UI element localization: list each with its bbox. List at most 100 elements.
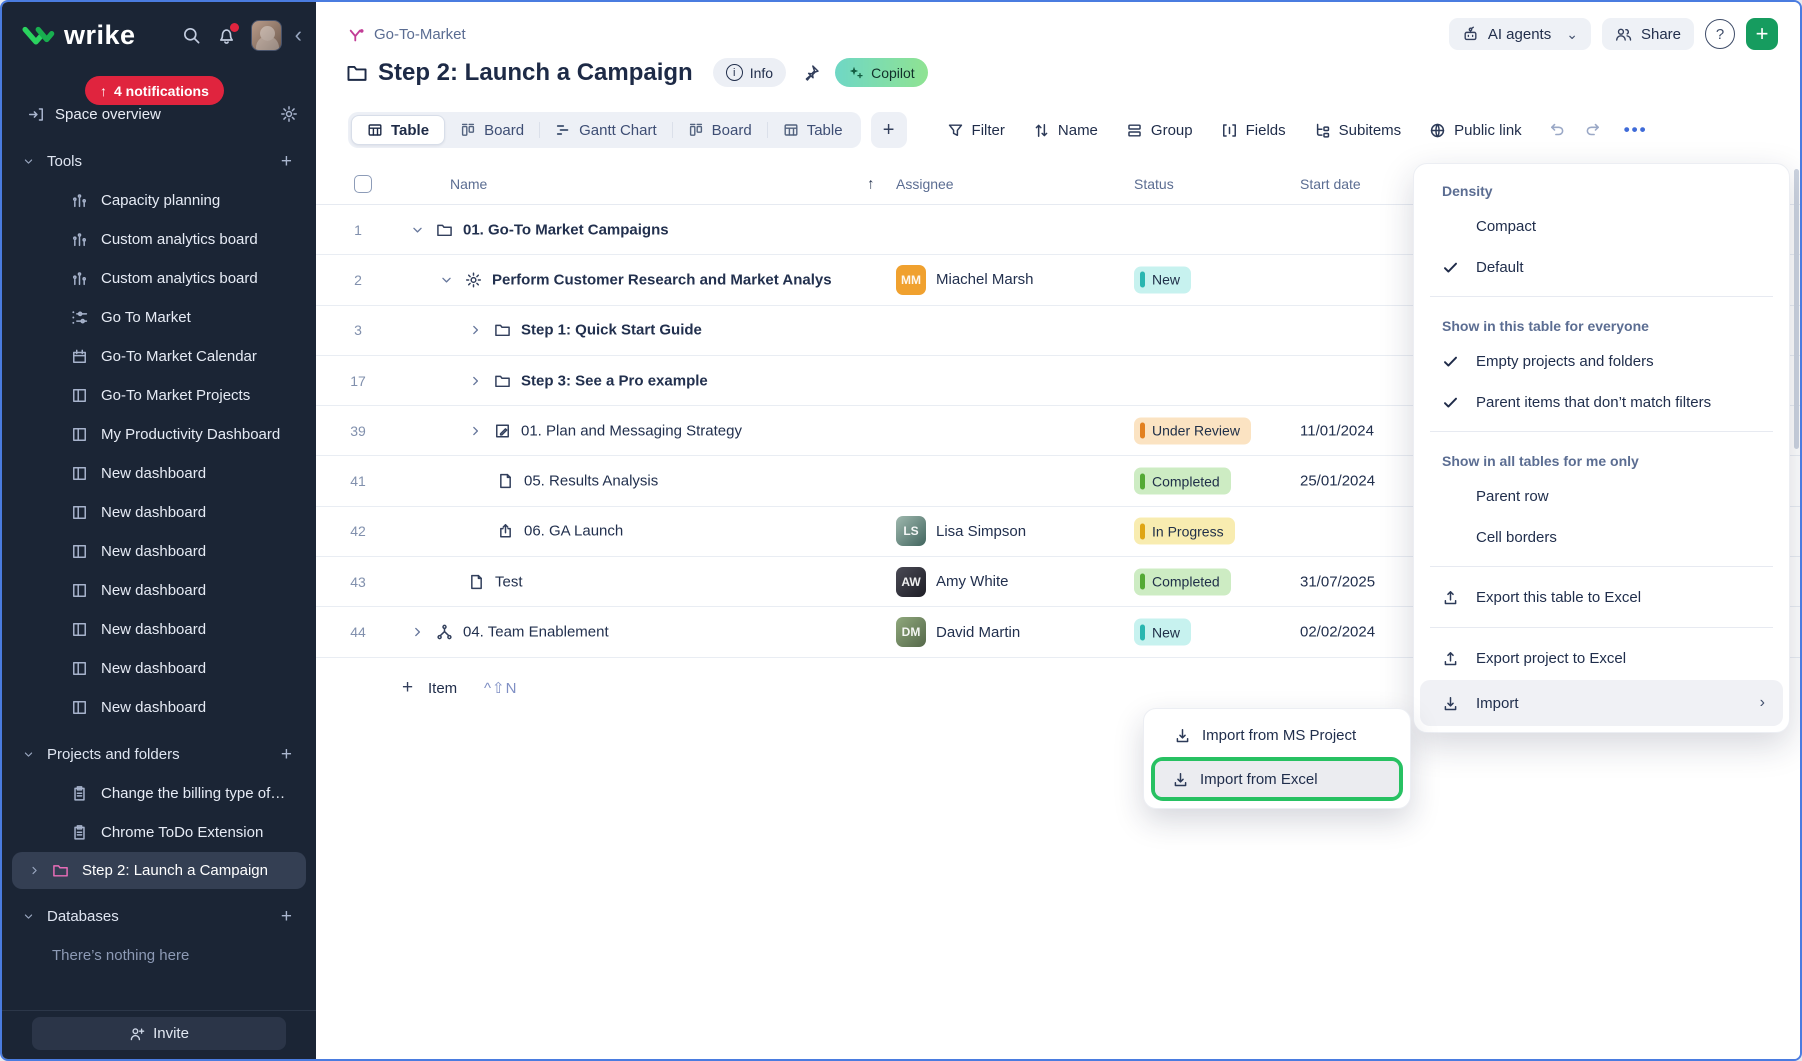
toolbar-subitems-button[interactable]: Subitems: [1314, 122, 1402, 139]
task-name[interactable]: 01. Plan and Messaging Strategy: [521, 422, 742, 439]
view-tab-table[interactable]: Table: [351, 115, 445, 145]
submenu-item-import-from-ms-project[interactable]: Import from MS Project: [1151, 716, 1403, 754]
space-overview[interactable]: Space overview: [28, 101, 298, 127]
status-cell[interactable]: New: [1134, 266, 1191, 293]
undo-icon[interactable]: [1548, 121, 1566, 139]
chevron-down-icon[interactable]: ⌄: [1566, 26, 1578, 43]
sidebar-item-custom-analytics-board[interactable]: Custom analytics board: [2, 259, 316, 298]
sidebar-item-my-productivity-dashboard[interactable]: My Productivity Dashboard: [2, 415, 316, 454]
menu-action-export-project-to-excel[interactable]: Export project to Excel: [1414, 636, 1789, 680]
share-button[interactable]: Share: [1602, 18, 1694, 50]
sidebar-item-change-the-billing-type-of[interactable]: Change the billing type of…: [2, 774, 316, 813]
row-expand-icon[interactable]: [410, 625, 425, 640]
copilot-button[interactable]: Copilot: [835, 58, 928, 87]
sidebar-item-go-to-market-projects[interactable]: Go-To Market Projects: [2, 376, 316, 415]
row-expand-icon[interactable]: [468, 323, 483, 338]
vertical-scrollbar[interactable]: [1794, 169, 1799, 449]
menu-action-import[interactable]: Import›: [1420, 680, 1783, 726]
row-expand-icon[interactable]: [468, 423, 483, 438]
sidebar-item-go-to-market[interactable]: Go To Market: [2, 298, 316, 337]
search-icon[interactable]: [182, 26, 201, 45]
sidebar-item-new-dashboard[interactable]: New dashboard: [2, 493, 316, 532]
column-header-start-date[interactable]: Start date: [1300, 176, 1361, 192]
sidebar-section-projects-and-folders[interactable]: Projects and folders+: [2, 735, 316, 774]
column-header-name[interactable]: Name: [450, 176, 487, 192]
create-new-button[interactable]: +: [1746, 18, 1778, 50]
chevron-right-icon[interactable]: [28, 864, 41, 877]
status-cell[interactable]: Under Review: [1134, 417, 1251, 444]
assignee-cell[interactable]: DMDavid Martin: [896, 617, 1020, 647]
toolbar-filter-button[interactable]: Filter: [947, 122, 1005, 139]
menu-option-parent-items-that-don-t-match-filters[interactable]: Parent items that don’t match filters: [1414, 382, 1789, 423]
toolbar-fields-button[interactable]: Fields: [1221, 122, 1286, 139]
view-tab-board[interactable]: Board: [445, 115, 539, 145]
submenu-item-import-from-excel[interactable]: Import from Excel: [1155, 761, 1399, 797]
column-header-status[interactable]: Status: [1134, 176, 1174, 192]
row-collapse-icon[interactable]: [439, 272, 454, 287]
task-name[interactable]: 05. Results Analysis: [524, 473, 658, 490]
start-date-cell[interactable]: 02/02/2024: [1300, 624, 1375, 641]
menu-option-default[interactable]: Default: [1414, 247, 1789, 288]
sidebar-section-tools[interactable]: Tools+: [2, 142, 316, 181]
invite-button[interactable]: Invite: [32, 1017, 286, 1050]
sidebar-item-new-dashboard[interactable]: New dashboard: [2, 649, 316, 688]
assignee-cell[interactable]: MMMiachel Marsh: [896, 265, 1034, 295]
row-expand-icon[interactable]: [468, 373, 483, 388]
start-date-cell[interactable]: 31/07/2025: [1300, 573, 1375, 590]
sidebar-item-go-to-market-calendar[interactable]: Go-To Market Calendar: [2, 337, 316, 376]
row-collapse-icon[interactable]: [410, 222, 425, 237]
add-view-button[interactable]: +: [871, 112, 907, 148]
help-button[interactable]: ?: [1705, 19, 1735, 49]
bell-icon[interactable]: [217, 26, 236, 45]
menu-option-parent-row[interactable]: Parent row: [1414, 476, 1789, 517]
menu-option-compact[interactable]: Compact: [1414, 206, 1789, 247]
task-name[interactable]: Perform Customer Research and Market Ana…: [492, 271, 832, 288]
add-icon[interactable]: +: [281, 744, 292, 766]
view-tab-board[interactable]: Board: [673, 115, 767, 145]
start-date-cell[interactable]: 25/01/2024: [1300, 473, 1375, 490]
chevron-down-icon[interactable]: [22, 748, 35, 761]
chevron-down-icon[interactable]: [22, 155, 35, 168]
sidebar-section-databases[interactable]: Databases+: [2, 897, 316, 936]
sidebar-item-new-dashboard[interactable]: New dashboard: [2, 454, 316, 493]
sidebar-item-new-dashboard[interactable]: New dashboard: [2, 532, 316, 571]
sidebar-item-new-dashboard[interactable]: New dashboard: [2, 571, 316, 610]
menu-option-empty-projects-and-folders[interactable]: Empty projects and folders: [1414, 341, 1789, 382]
column-header-assignee[interactable]: Assignee: [896, 176, 954, 192]
status-cell[interactable]: Completed: [1134, 468, 1231, 495]
sort-ascending-icon[interactable]: ↑: [867, 175, 875, 192]
task-name[interactable]: Test: [495, 573, 523, 590]
menu-option-cell-borders[interactable]: Cell borders: [1414, 517, 1789, 558]
gear-icon[interactable]: [280, 105, 298, 123]
menu-action-export-this-table-to-excel[interactable]: Export this table to Excel: [1414, 575, 1789, 619]
user-avatar[interactable]: [251, 20, 282, 51]
task-name[interactable]: Step 3: See a Pro example: [521, 372, 708, 389]
breadcrumb-label[interactable]: Go-To-Market: [374, 26, 466, 43]
task-name[interactable]: Step 1: Quick Start Guide: [521, 322, 702, 339]
ai-agents-button[interactable]: AI agents ⌄: [1449, 18, 1591, 50]
assignee-cell[interactable]: AWAmy White: [896, 567, 1009, 597]
task-name[interactable]: 01. Go-To Market Campaigns: [463, 221, 669, 238]
toolbar-group-button[interactable]: Group: [1126, 122, 1193, 139]
task-name[interactable]: 06. GA Launch: [524, 523, 623, 540]
sidebar-item-step-2-launch-a-campaign[interactable]: Step 2: Launch a Campaign: [12, 852, 306, 889]
add-icon[interactable]: +: [281, 151, 292, 173]
select-all-checkbox[interactable]: [354, 175, 372, 193]
toolbar-name-button[interactable]: Name: [1033, 122, 1098, 139]
collapse-sidebar-icon[interactable]: ‹: [295, 24, 302, 46]
status-cell[interactable]: In Progress: [1134, 518, 1235, 545]
wrike-logo[interactable]: wrike: [22, 20, 136, 51]
pin-icon[interactable]: [802, 64, 820, 82]
breadcrumb[interactable]: Go-To-Market: [348, 26, 466, 43]
more-options-icon[interactable]: •••: [1624, 120, 1648, 140]
view-tab-gantt-chart[interactable]: Gantt Chart: [540, 115, 672, 145]
status-cell[interactable]: New: [1134, 619, 1191, 646]
toolbar-public-link-button[interactable]: Public link: [1429, 122, 1522, 139]
start-date-cell[interactable]: 11/01/2024: [1300, 422, 1374, 439]
assignee-cell[interactable]: LSLisa Simpson: [896, 516, 1026, 546]
chevron-down-icon[interactable]: [22, 910, 35, 923]
sidebar-item-custom-analytics-board[interactable]: Custom analytics board: [2, 220, 316, 259]
sidebar-item-chrome-todo-extension[interactable]: Chrome ToDo Extension: [2, 813, 316, 852]
sidebar-item-capacity-planning[interactable]: Capacity planning: [2, 181, 316, 220]
redo-icon[interactable]: [1584, 121, 1602, 139]
